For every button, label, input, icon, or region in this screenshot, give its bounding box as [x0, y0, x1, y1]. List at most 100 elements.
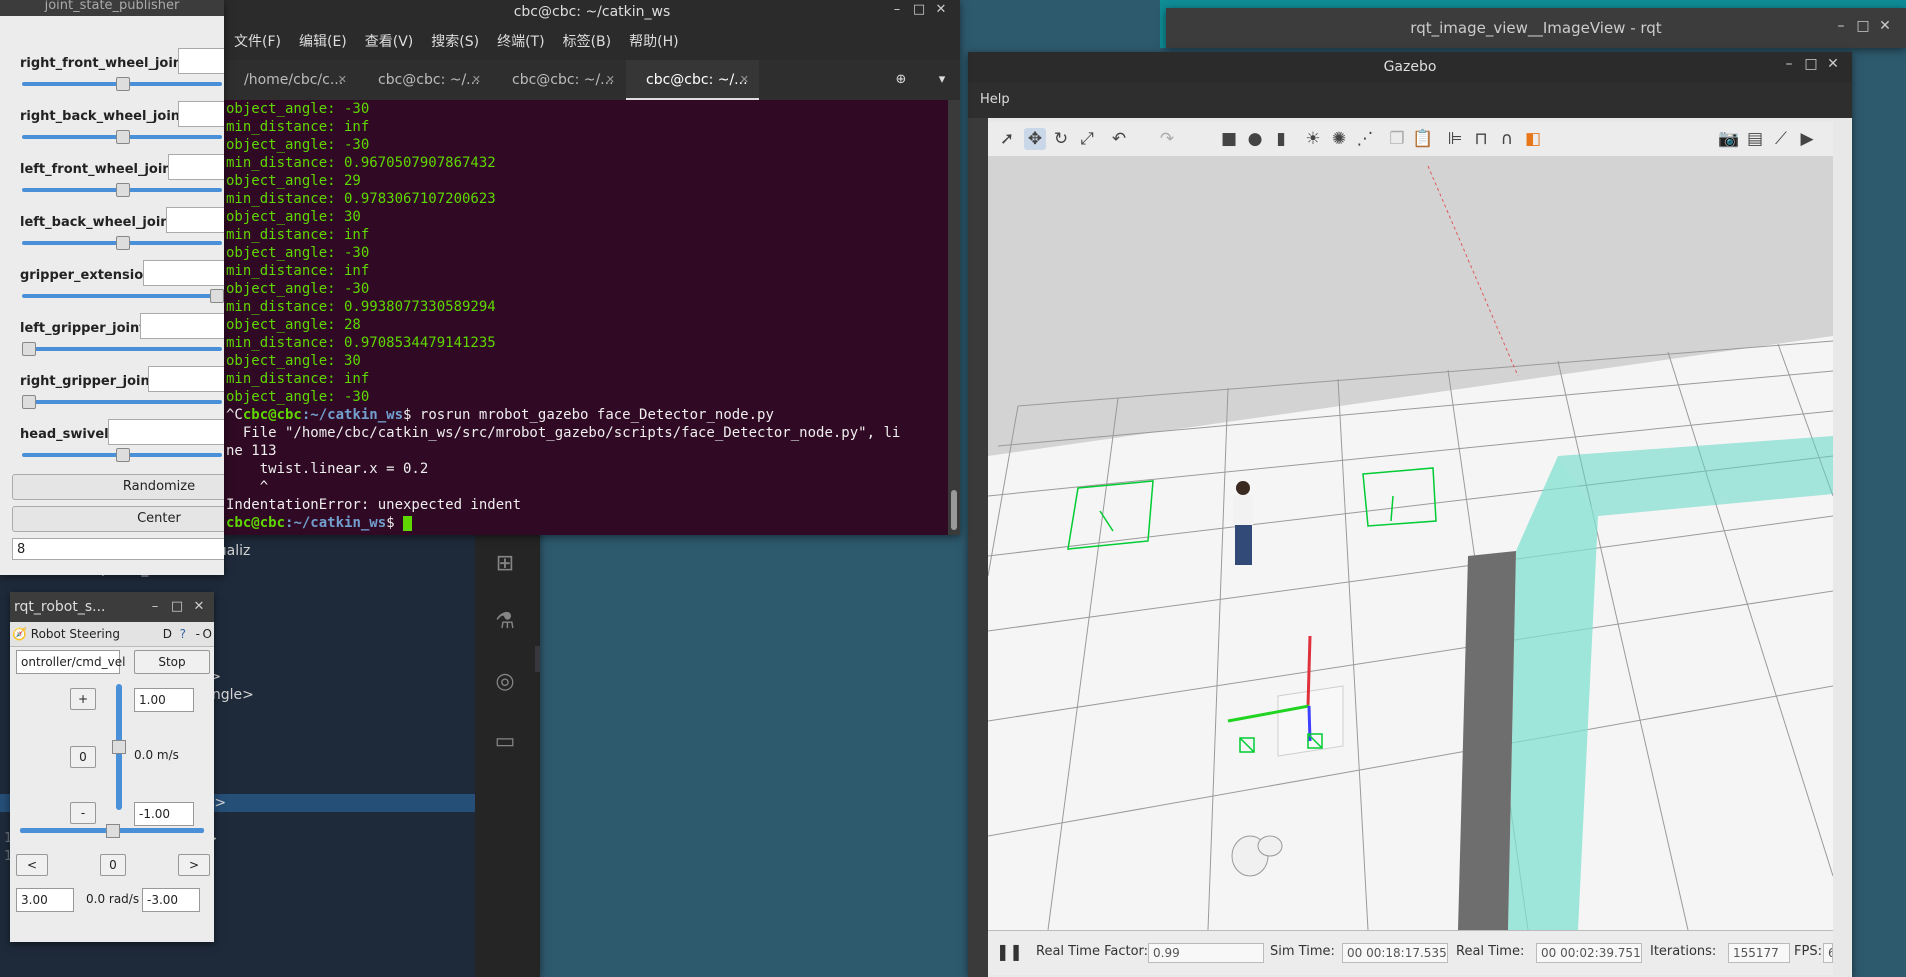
terminal-menu-item[interactable]: 帮助(H): [629, 34, 678, 50]
terminal-error-line[interactable]: twist.linear.x = 0.2: [224, 460, 948, 478]
terminal-error-line[interactable]: IndentationError: unexpected indent: [224, 496, 948, 514]
joint-slider-thumb[interactable]: [22, 342, 36, 356]
terminal-output-line[interactable]: object_angle: -30: [224, 136, 948, 154]
joint-row[interactable]: left_front_wheel_joint: [8, 146, 224, 199]
terminal-final-prompt[interactable]: cbc@cbc:~/catkin_ws$: [224, 514, 948, 532]
terminal-tab[interactable]: cbc@cbc: ~/... ✕: [358, 60, 491, 100]
terminal-output-line[interactable]: min_distance: inf: [224, 118, 948, 136]
explorer-item[interactable]: ›📁rviz: [535, 588, 540, 614]
terminal-output-line[interactable]: object_angle: 29: [224, 172, 948, 190]
terminal-tab-label[interactable]: /home/cbc/c...: [244, 72, 343, 88]
joint-slider-thumb[interactable]: [116, 77, 130, 91]
plugin-minimize-icon[interactable]: -: [196, 622, 200, 646]
tab-close-icon[interactable]: ✕: [338, 60, 347, 100]
screenshot-icon[interactable]: 📷: [1718, 128, 1740, 150]
joint-name[interactable]: left_front_wheel_joint: [20, 162, 178, 177]
joint-row[interactable]: right_gripper_joint: [8, 358, 224, 411]
align-icon[interactable]: ⊫: [1444, 128, 1466, 150]
terminal-menu-item[interactable]: 查看(V): [365, 34, 414, 50]
copy-icon[interactable]: ❐: [1386, 128, 1408, 150]
sphere-shape-icon[interactable]: ●: [1244, 128, 1266, 150]
linear-slider[interactable]: [112, 684, 126, 810]
terminal-output-line[interactable]: object_angle: -30: [224, 388, 948, 406]
log-icon[interactable]: ▤: [1744, 128, 1766, 150]
terminal-tab[interactable]: cbc@cbc: ~/... ✕: [626, 60, 759, 100]
new-tab-icon[interactable]: ⊕: [886, 68, 916, 92]
joint-value-input[interactable]: [148, 366, 224, 392]
terminal-output-line[interactable]: object_angle: -30: [224, 244, 948, 262]
directional-light-icon[interactable]: ⋰: [1354, 128, 1376, 150]
turn-right-button[interactable]: >: [178, 854, 210, 876]
command-text[interactable]: $ rosrun mrobot_gazebo face_Detector_nod…: [403, 407, 774, 423]
view-angle-icon[interactable]: ◧: [1522, 128, 1544, 150]
terminal-scrollbar[interactable]: [948, 100, 960, 535]
tab-close-icon[interactable]: ✕: [740, 60, 749, 100]
close-icon[interactable]: ✕: [1874, 18, 1896, 34]
explorer-item[interactable]: ›📁worlds: [535, 936, 540, 962]
terminal-error-line[interactable]: ^: [224, 478, 948, 496]
video-record-icon[interactable]: ▶: [1796, 128, 1818, 150]
terminal-tab-label[interactable]: cbc@cbc: ~/...: [646, 72, 748, 88]
terminal-tab[interactable]: cbc@cbc: ~/... ✕: [492, 60, 625, 100]
terminal-output-line[interactable]: object_angle: -30: [224, 100, 948, 118]
rotate-mode-icon[interactable]: ↻: [1050, 128, 1072, 150]
joint-name[interactable]: gripper_extension: [20, 268, 152, 283]
increase-linear-button[interactable]: +: [70, 688, 96, 710]
joint-value-input[interactable]: [178, 48, 224, 74]
minimize-icon[interactable]: –: [144, 592, 166, 622]
min-angular-spinbox[interactable]: -3.00: [142, 888, 200, 912]
pause-icon[interactable]: ❚❚: [996, 942, 1023, 961]
max-linear-spinbox[interactable]: 1.00: [134, 688, 194, 712]
decrease-linear-button[interactable]: -: [70, 802, 96, 824]
joint-name[interactable]: left_gripper_joint: [20, 321, 145, 336]
plot-icon[interactable]: ⟋: [1770, 128, 1792, 150]
joint-slider-thumb[interactable]: [210, 289, 224, 303]
terminal-tab-label[interactable]: cbc@cbc: ~/...: [378, 72, 480, 88]
panel-icon[interactable]: ▭: [491, 728, 519, 756]
explorer-item[interactable]: ▯opencv_face_1: [535, 762, 540, 788]
paste-icon[interactable]: 📋: [1412, 128, 1434, 150]
joint-row[interactable]: gripper_extension: [8, 252, 224, 305]
reset-linear-button[interactable]: 0: [70, 746, 96, 768]
terminal-output-line[interactable]: min_distance: 0.9708534479141235: [224, 334, 948, 352]
terminal-output-line[interactable]: object_angle: 30: [224, 352, 948, 370]
joint-slider[interactable]: [22, 395, 222, 409]
joint-slider-thumb[interactable]: [116, 183, 130, 197]
joint-name[interactable]: head_swivel: [20, 427, 109, 442]
joint-value-input[interactable]: [178, 101, 224, 127]
terminal-command-line[interactable]: ^Ccbc@cbc:~/catkin_ws$ rosrun mrobot_gaz…: [224, 406, 948, 424]
terminal-error-line[interactable]: ne 113: [224, 442, 948, 460]
redo-icon[interactable]: ↷: [1156, 128, 1178, 150]
explorer-item[interactable]: ▣james.png: [535, 733, 540, 759]
terminal-menu-item[interactable]: 编辑(E): [299, 34, 347, 50]
prompt-path[interactable]: :~/catkin_ws: [302, 407, 403, 423]
terminal-output-line[interactable]: min_distance: inf: [224, 262, 948, 280]
gazebo-3d-scene[interactable]: [988, 156, 1833, 930]
explorer-item[interactable]: ▯mygmapping.yaml: [535, 559, 540, 585]
maximize-icon[interactable]: □: [166, 592, 188, 622]
terminal-output-line[interactable]: object_angle: 30: [224, 208, 948, 226]
box-shape-icon[interactable]: ■: [1218, 128, 1240, 150]
joint-name[interactable]: left_back_wheel_joint: [20, 215, 176, 230]
explorer-item[interactable]: <>rplidar.xacro: [535, 878, 540, 904]
terminal-output[interactable]: object_angle: -30 min_distance: inf object…: [224, 100, 948, 535]
joint-value-input[interactable]: [168, 154, 224, 180]
minimize-icon[interactable]: –: [886, 2, 908, 17]
remote-explorer-icon[interactable]: ◎: [491, 668, 519, 696]
close-icon[interactable]: ✕: [930, 2, 952, 17]
joint-value-input[interactable]: [108, 419, 224, 445]
terminal-menu-item[interactable]: 终端(T): [497, 34, 544, 50]
joint-row[interactable]: left_back_wheel_joint: [8, 199, 224, 252]
close-icon[interactable]: ✕: [188, 592, 210, 622]
plugin-help-icon[interactable]: ?: [180, 622, 186, 646]
joint-value-input[interactable]: [166, 207, 224, 233]
tab-close-icon[interactable]: ✕: [606, 60, 615, 100]
terminal-output-line[interactable]: min_distance: 0.9783067107200623: [224, 190, 948, 208]
terminal-menu-item[interactable]: 标签(B): [563, 34, 612, 50]
tab-menu-chevron-icon[interactable]: ▾: [930, 68, 954, 92]
terminal-output-line[interactable]: object_angle: -30: [224, 280, 948, 298]
joint-slider[interactable]: [22, 130, 222, 144]
terminal-output-line[interactable]: min_distance: 0.9938077330589294: [224, 298, 948, 316]
terminal-output-line[interactable]: min_distance: inf: [224, 226, 948, 244]
explorer-item[interactable]: <>urdf_my.urdf.xacro: [535, 907, 540, 933]
